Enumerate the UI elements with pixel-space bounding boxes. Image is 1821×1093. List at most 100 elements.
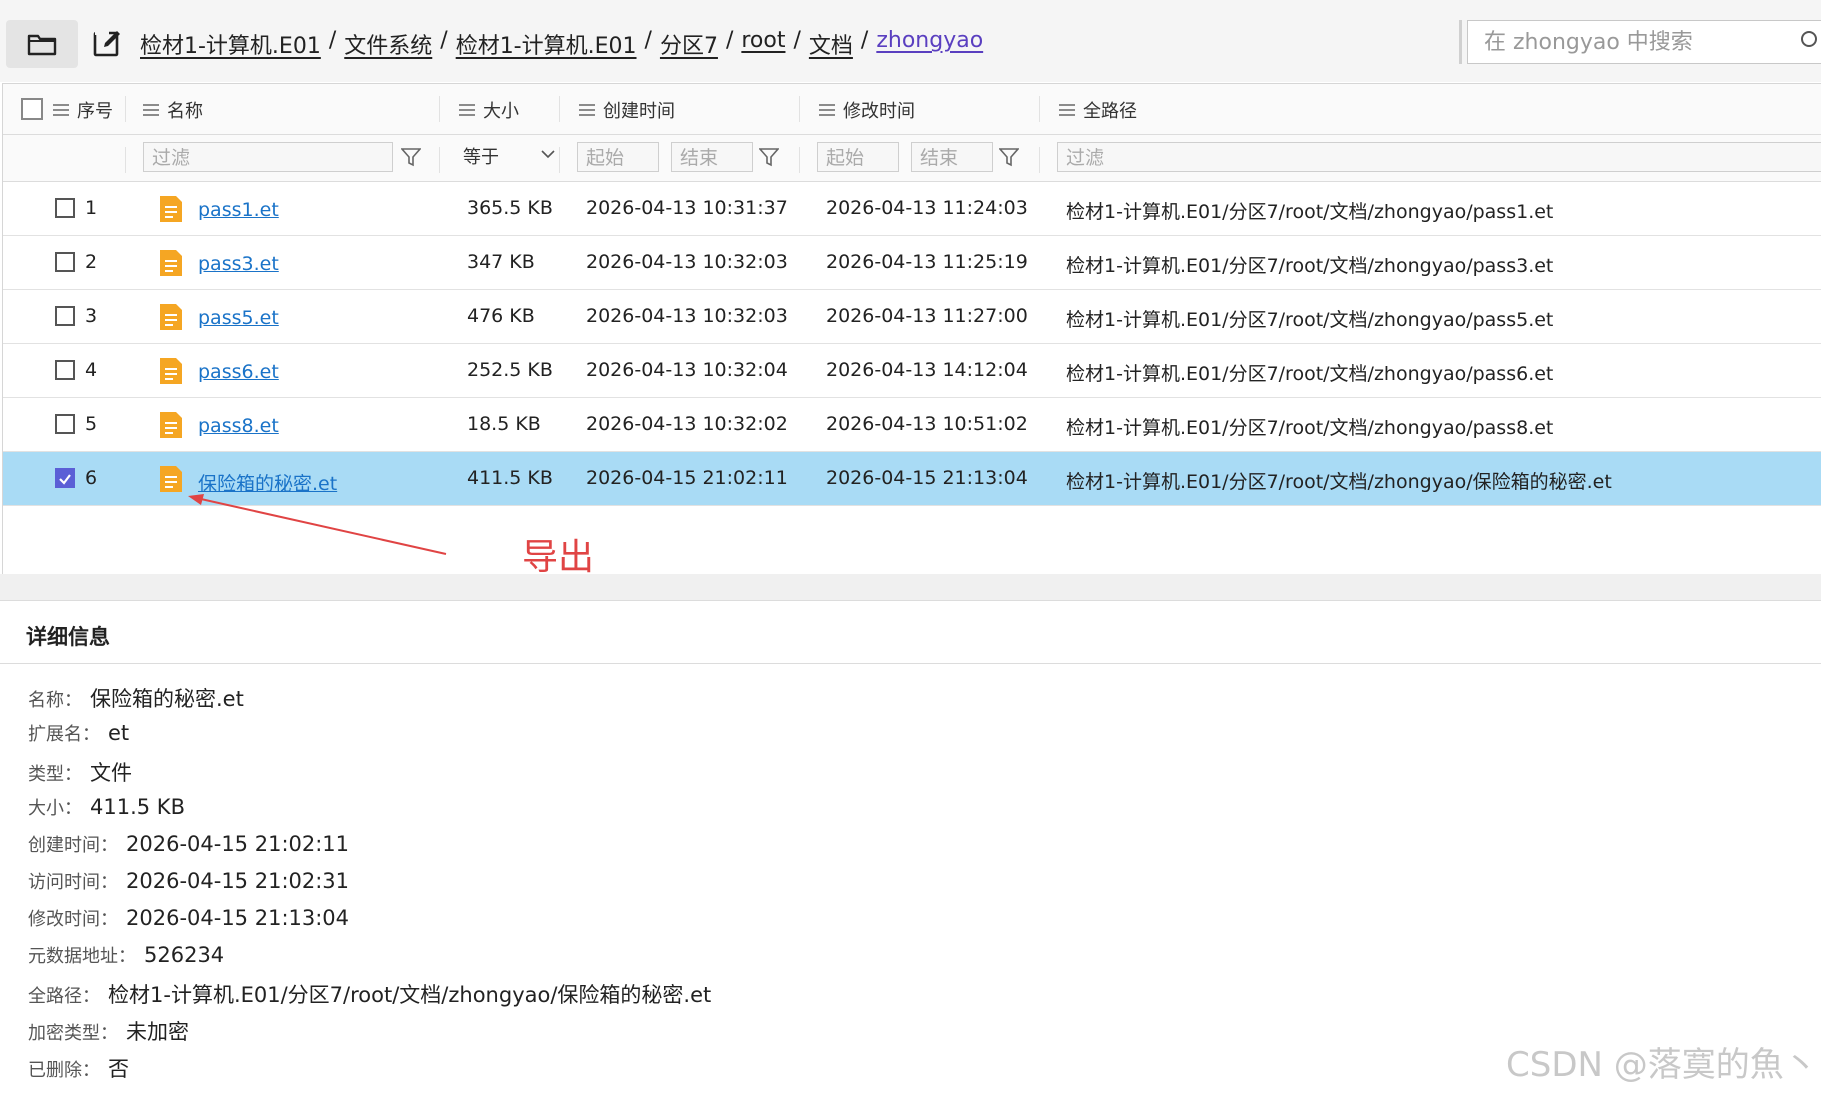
row-checkbox[interactable] xyxy=(55,414,75,434)
size-operator-select[interactable]: 等于 xyxy=(463,143,499,169)
file-size: 347 KB xyxy=(467,251,535,273)
file-name-link[interactable]: pass1.et xyxy=(198,199,279,221)
field-value: 2026-04-15 21:02:31 xyxy=(126,869,350,893)
table-row[interactable]: 5 pass8.et 18.5 KB 2026-04-13 10:32:02 2… xyxy=(3,398,1821,452)
filter-icon[interactable] xyxy=(759,147,779,167)
created-time: 2026-04-13 10:32:03 xyxy=(586,305,788,327)
breadcrumb-separator: / xyxy=(644,28,652,53)
annotation-arrow xyxy=(188,494,447,555)
column-menu-icon[interactable] xyxy=(459,104,475,116)
column-divider[interactable] xyxy=(1039,96,1040,122)
detail-field-created: 创建时间： 2026-04-15 21:02:11 xyxy=(28,831,349,857)
field-value: 保险箱的秘密.et xyxy=(90,687,244,711)
column-menu-icon[interactable] xyxy=(143,104,159,116)
column-divider xyxy=(125,147,126,173)
annotation-label: 导出 xyxy=(522,537,595,578)
column-header-path[interactable]: 全路径 xyxy=(1059,97,1137,123)
folder-button[interactable] xyxy=(6,20,78,68)
created-start-input[interactable]: 起始 xyxy=(577,142,659,172)
spreadsheet-file-icon xyxy=(160,412,182,438)
column-divider xyxy=(559,147,560,173)
column-divider[interactable] xyxy=(559,96,560,122)
row-checkbox[interactable] xyxy=(55,306,75,326)
detail-panel: 详细信息 名称： 保险箱的秘密.et 扩展名： et 类型： 文件 大小： 411.5 … xyxy=(0,600,1821,1093)
breadcrumb-item[interactable]: 文档 xyxy=(809,28,853,60)
full-path: 检材1-计算机.E01/分区7/root/文档/zhongyao/pass1.e… xyxy=(1066,201,1554,223)
modified-time: 2026-04-15 21:13:04 xyxy=(826,467,1028,489)
file-size: 365.5 KB xyxy=(467,197,553,219)
full-path: 检材1-计算机.E01/分区7/root/文档/zhongyao/pass5.e… xyxy=(1066,309,1554,331)
created-time: 2026-04-13 10:32:02 xyxy=(586,413,788,435)
column-header-created[interactable]: 创建时间 xyxy=(579,97,675,123)
name-filter-input[interactable]: 过滤 xyxy=(143,142,393,172)
row-index: 5 xyxy=(85,413,98,435)
select-all-checkbox[interactable] xyxy=(21,98,43,120)
row-checkbox[interactable] xyxy=(55,252,75,272)
column-menu-icon[interactable] xyxy=(53,104,69,116)
column-divider[interactable] xyxy=(439,96,440,122)
field-label: 名称： xyxy=(28,690,82,711)
modified-end-input[interactable]: 结束 xyxy=(911,142,993,172)
row-checkbox[interactable] xyxy=(55,468,75,488)
row-checkbox[interactable] xyxy=(55,198,75,218)
file-size: 411.5 KB xyxy=(467,467,553,489)
modified-time: 2026-04-13 14:12:04 xyxy=(826,359,1028,381)
filter-icon[interactable] xyxy=(999,147,1019,167)
breadcrumb-item[interactable]: 分区7 xyxy=(660,28,718,60)
column-menu-icon[interactable] xyxy=(1059,104,1075,116)
row-index: 2 xyxy=(85,251,98,273)
breadcrumb-current[interactable]: zhongyao xyxy=(876,28,983,60)
column-menu-icon[interactable] xyxy=(579,104,595,116)
modified-start-input[interactable]: 起始 xyxy=(817,142,899,172)
chevron-down-icon[interactable] xyxy=(541,149,555,159)
file-size: 18.5 KB xyxy=(467,413,541,435)
table-row[interactable]: 3 pass5.et 476 KB 2026-04-13 10:32:03 20… xyxy=(3,290,1821,344)
path-filter-input[interactable]: 过滤 xyxy=(1057,142,1821,172)
breadcrumb-item[interactable]: 文件系统 xyxy=(344,28,432,60)
column-divider[interactable] xyxy=(799,96,800,122)
spreadsheet-file-icon xyxy=(160,358,182,384)
file-name-link[interactable]: pass3.et xyxy=(198,253,279,275)
file-name-link[interactable]: pass5.et xyxy=(198,307,279,329)
created-end-input[interactable]: 结束 xyxy=(671,142,753,172)
breadcrumb-item[interactable]: root xyxy=(741,28,785,60)
column-divider[interactable] xyxy=(125,96,126,122)
column-header-name[interactable]: 名称 xyxy=(143,97,203,123)
detail-field-size: 大小： 411.5 KB xyxy=(28,794,185,820)
file-name-link[interactable]: pass8.et xyxy=(198,415,279,437)
field-value: 否 xyxy=(108,1057,129,1081)
field-value: 411.5 KB xyxy=(90,795,185,819)
search-icon[interactable] xyxy=(1800,30,1821,51)
breadcrumb-item[interactable]: 检材1-计算机.E01 xyxy=(456,28,637,60)
checkmark-icon xyxy=(59,474,71,485)
column-header-size[interactable]: 大小 xyxy=(459,97,519,123)
breadcrumb-separator: / xyxy=(793,28,801,53)
top-toolbar: 检材1-计算机.E01 / 文件系统 / 检材1-计算机.E01 / 分区7 /… xyxy=(0,0,1821,82)
detail-title: 详细信息 xyxy=(26,625,110,649)
modified-time: 2026-04-13 11:27:00 xyxy=(826,305,1028,327)
file-name-link[interactable]: pass6.et xyxy=(198,361,279,383)
filter-row: 过滤 等于 起始 结束 起始 结束 过滤 xyxy=(3,135,1821,182)
column-label: 修改时间 xyxy=(843,101,915,122)
folder-icon xyxy=(27,34,57,56)
table-row[interactable]: 1 pass1.et 365.5 KB 2026-04-13 10:31:37 … xyxy=(3,182,1821,236)
field-value: 2026-04-15 21:02:11 xyxy=(126,832,350,856)
watermark: CSDN @落寞的魚丶 xyxy=(1506,1045,1818,1085)
breadcrumb-item[interactable]: 检材1-计算机.E01 xyxy=(140,28,321,60)
breadcrumb-separator: / xyxy=(860,28,869,53)
modified-time: 2026-04-13 11:25:19 xyxy=(826,251,1028,273)
breadcrumb-separator: / xyxy=(725,28,734,53)
column-header-index[interactable]: 序号 xyxy=(53,97,113,123)
search-box[interactable] xyxy=(1467,20,1821,64)
table-row[interactable]: 4 pass6.et 252.5 KB 2026-04-13 10:32:04 … xyxy=(3,344,1821,398)
filter-icon[interactable] xyxy=(401,147,421,167)
column-header-modified[interactable]: 修改时间 xyxy=(819,97,915,123)
field-label: 扩展名： xyxy=(28,724,100,745)
created-time: 2026-04-13 10:32:03 xyxy=(586,251,788,273)
search-input[interactable] xyxy=(1468,21,1786,63)
edit-icon[interactable] xyxy=(92,28,122,58)
row-checkbox[interactable] xyxy=(55,360,75,380)
column-menu-icon[interactable] xyxy=(819,104,835,116)
column-divider xyxy=(439,147,440,173)
table-row[interactable]: 2 pass3.et 347 KB 2026-04-13 10:32:03 20… xyxy=(3,236,1821,290)
